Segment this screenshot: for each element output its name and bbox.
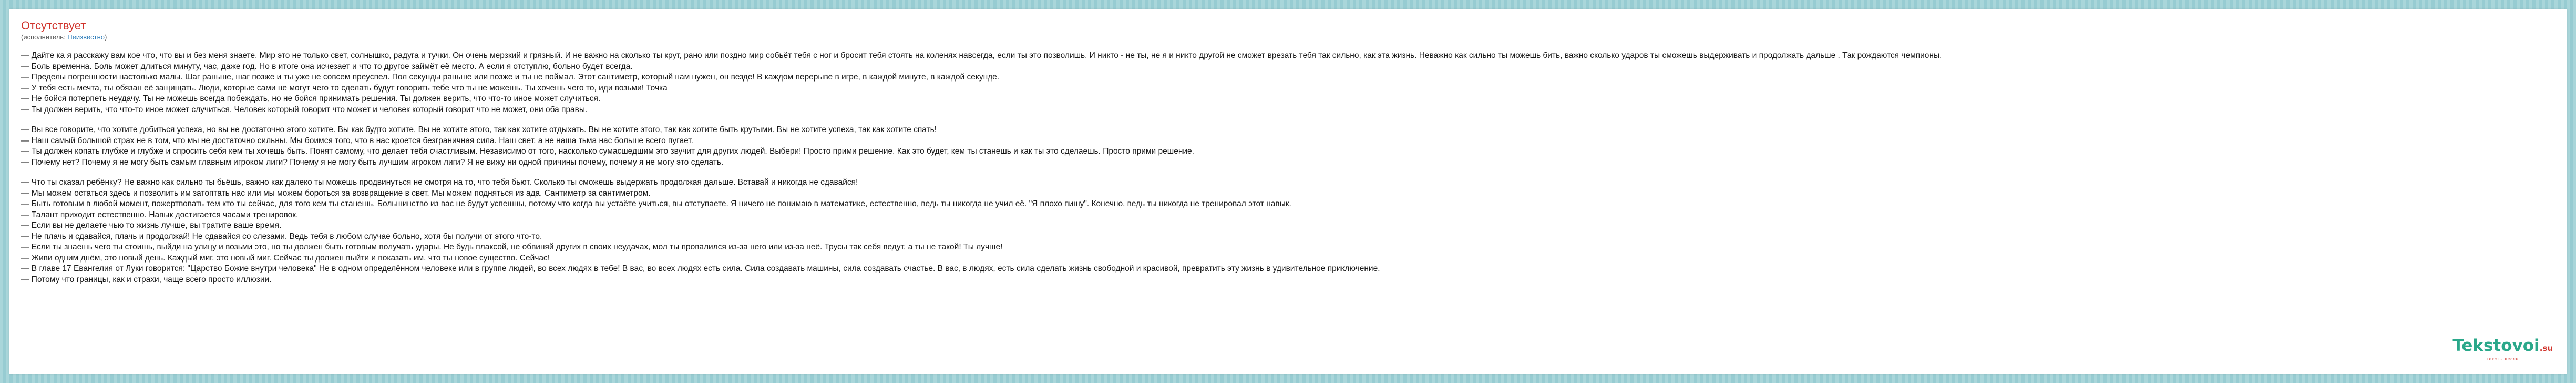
site-logo[interactable]: Tekstovoi.su тексты песен	[2452, 337, 2553, 362]
lyrics-line: — У тебя есть мечта, ты обязан её защища…	[21, 83, 668, 93]
lyrics-line: — Если ты знаешь чего ты стоишь, выйди н…	[21, 243, 1003, 251]
lyrics-stanza: — Что ты сказал ребёнку? Не важно как си…	[21, 177, 2554, 285]
lyrics-line: — В главе 17 Евангелия от Луки говорится…	[21, 264, 1380, 273]
lyrics-line: — Живи одним днём, это новый день. Кажды…	[21, 253, 550, 263]
logo-name: Tekstovoi	[2452, 336, 2540, 355]
lyrics-line: — Что ты сказал ребёнку? Не важно как си…	[21, 178, 858, 187]
logo-tagline: тексты песен	[2487, 357, 2519, 361]
lyrics-line: — Вы все говорите, что хотите добиться у…	[21, 125, 937, 134]
lyrics-body: — Дайте ка я расскажу вам кое что, что в…	[21, 51, 2554, 285]
logo-tld: .su	[2539, 344, 2553, 353]
song-title: Отсутствует	[21, 19, 86, 32]
lyrics-line: — Потому что границы, как и страхи, чаще…	[21, 275, 272, 284]
lyrics-line: — Талант приходит естественно. Навык дос…	[21, 210, 299, 219]
lyrics-line: — Ты должен копать глубже и глубже и спр…	[21, 147, 1194, 156]
lyrics-line: — Ты должен верить, что что-то иное може…	[21, 105, 588, 114]
lyrics-content: Отсутствует (исполнитель: Неизвестно) — …	[21, 19, 2554, 295]
artist-suffix: )	[105, 33, 107, 41]
lyrics-line: — Не плачь и сдавайся, плачь и продолжай…	[21, 231, 542, 241]
lyrics-line: — Боль временна. Боль может длиться мину…	[21, 62, 633, 71]
lyrics-page: Отсутствует (исполнитель: Неизвестно) — …	[9, 9, 2567, 374]
lyrics-stanza: — Дайте ка я расскажу вам кое что, что в…	[21, 51, 2554, 115]
lyrics-line: — Мы можем остаться здесь и позволить им…	[21, 188, 651, 198]
lyrics-line: — Дайте ка я расскажу вам кое что, что в…	[21, 51, 1942, 60]
lyrics-line: — Почему нет? Почему я не могу быть самы…	[21, 157, 724, 167]
artist-line: (исполнитель: Неизвестно)	[21, 33, 2554, 42]
lyrics-line: — Если вы не делаете чью то жизнь лучше,…	[21, 221, 282, 230]
lyrics-stanza: — Вы все говорите, что хотите добиться у…	[21, 125, 2554, 168]
lyrics-line: — Наш самый большой страх не в том, что …	[21, 136, 693, 145]
lyrics-line: — Не бойся потерпеть неудачу. Ты не може…	[21, 94, 601, 103]
artist-link[interactable]: Неизвестно	[67, 33, 105, 41]
artist-prefix: (исполнитель:	[21, 33, 68, 41]
logo-wordmark: Tekstovoi.su	[2452, 337, 2553, 357]
lyrics-line: — Быть готовым в любой момент, пожертвов…	[21, 199, 1291, 208]
lyrics-line: — Пределы погрешности настолько малы. Ша…	[21, 73, 1000, 82]
